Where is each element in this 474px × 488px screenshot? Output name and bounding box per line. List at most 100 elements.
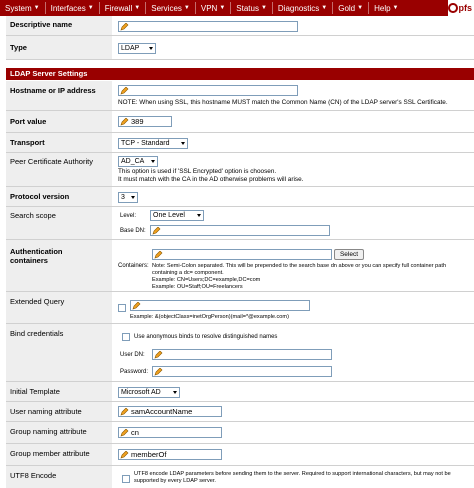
transport-label: Transport [10, 138, 45, 147]
scope-level-value: One Level [153, 212, 185, 219]
type-select-value: LDAP [121, 45, 140, 52]
scope-level-select[interactable]: One Level [150, 210, 204, 221]
scope-level-label: Level: [120, 213, 137, 219]
value-cell: UTF8 encode LDAP parameters before sendi… [112, 466, 474, 488]
peer-ca-label: Peer Certificate Authority [10, 157, 93, 166]
port-input[interactable]: 389 [118, 116, 172, 127]
user-dn-input[interactable] [152, 349, 332, 360]
nav-firewall[interactable]: Firewall ▼ [100, 0, 146, 16]
row-descriptive-name: Descriptive name [6, 16, 474, 36]
protocol-version-label: Protocol version [10, 192, 70, 201]
port-label: Port value [10, 117, 47, 126]
pencil-icon [120, 23, 129, 31]
containers-label: Containers: [118, 263, 149, 269]
nav-diagnostics-label: Diagnostics [277, 3, 320, 13]
pencil-icon [154, 368, 163, 376]
group-naming-label: Group naming attribute [10, 427, 87, 436]
dropdown-arrow-icon: ▼ [260, 5, 267, 11]
base-dn-input[interactable] [150, 225, 330, 236]
password-input[interactable] [152, 366, 332, 377]
row-user-naming: User naming attribute samAccountName [6, 402, 474, 422]
nav-vpn[interactable]: VPN ▼ [196, 0, 230, 16]
chevron-down-icon [197, 214, 201, 217]
pencil-icon [120, 118, 129, 126]
user-dn-label: User DN: [120, 352, 145, 358]
group-member-value: memberOf [131, 450, 167, 459]
pencil-icon [132, 302, 141, 310]
extended-query-example: Example: &(objectClass=inetOrgPerson)(ma… [130, 314, 289, 320]
dropdown-arrow-icon: ▼ [321, 5, 328, 11]
value-cell: memberOf [112, 444, 474, 465]
auth-containers-input[interactable] [152, 249, 332, 260]
anonymous-bind-checkbox[interactable] [122, 333, 130, 341]
transport-select[interactable]: TCP - Standard [118, 138, 188, 149]
nav-help-label: Help [374, 3, 391, 13]
group-member-label: Group member attribute [10, 449, 90, 458]
nav-system[interactable]: System ▼ [0, 0, 45, 16]
extended-query-input[interactable] [130, 300, 310, 311]
type-label: Type [10, 43, 27, 52]
row-group-naming: Group naming attribute cn [6, 422, 474, 444]
dropdown-arrow-icon: ▼ [357, 5, 364, 11]
bind-credentials-label: Bind credentials [10, 329, 64, 338]
dropdown-arrow-icon: ▼ [183, 5, 190, 11]
logo-text: pfs [458, 3, 473, 13]
row-group-member: Group member attribute memberOf [6, 444, 474, 466]
peer-ca-note-2: It must match with the CA in the AD othe… [118, 176, 304, 183]
nav-services[interactable]: Services ▼ [146, 0, 195, 16]
containers-note-4: Example: OU=Staff;OU=Freelancers [152, 284, 243, 290]
chevron-down-icon [181, 142, 185, 145]
nav-gold[interactable]: Gold ▼ [333, 0, 368, 16]
extended-query-checkbox[interactable] [118, 304, 126, 312]
nav-firewall-label: Firewall [104, 3, 133, 13]
type-select[interactable]: LDAP [118, 43, 156, 54]
pencil-icon [154, 351, 163, 359]
row-port: Port value 389 [6, 111, 474, 133]
nav-diagnostics[interactable]: Diagnostics ▼ [273, 0, 332, 16]
row-initial-template: Initial Template Microsoft AD [6, 382, 474, 402]
chevron-down-icon [149, 47, 153, 50]
nav-status[interactable]: Status ▼ [231, 0, 272, 16]
protocol-version-select[interactable]: 3 [118, 192, 138, 203]
peer-ca-select-value: AD_CA [121, 158, 145, 165]
hostname-input[interactable] [118, 85, 298, 96]
descriptive-name-label: Descriptive name [10, 20, 73, 29]
value-cell: LDAP [112, 36, 474, 59]
pencil-icon [120, 429, 129, 437]
value-cell: Example: &(objectClass=inetOrgPerson)(ma… [112, 292, 474, 323]
user-naming-input[interactable]: samAccountName [118, 406, 222, 417]
value-cell: AD_CA This option is used if 'SSL Encryp… [112, 153, 474, 186]
protocol-version-value: 3 [121, 194, 125, 201]
row-hostname: Hostname or IP address NOTE: When using … [6, 81, 474, 111]
descriptive-name-input[interactable] [118, 21, 298, 32]
row-protocol-version: Protocol version 3 [6, 187, 474, 207]
row-bind-credentials: Bind credentials Use anonymous binds to … [6, 324, 474, 382]
search-scope-label: Search scope [10, 211, 56, 220]
peer-ca-note-1: This option is used if 'SSL Encrypted' o… [118, 168, 277, 175]
top-nav: System ▼ Interfaces ▼ Firewall ▼ Services ▼ … [0, 0, 474, 16]
extended-query-label: Extended Query [10, 297, 65, 306]
nav-interfaces[interactable]: Interfaces ▼ [46, 0, 99, 16]
dropdown-arrow-icon: ▼ [219, 5, 226, 11]
value-cell: Level: One Level Base DN: [112, 207, 474, 239]
peer-ca-select[interactable]: AD_CA [118, 156, 158, 167]
auth-containers-label: Authentication containers [10, 247, 63, 265]
utf8-note-2: supported by every LDAP server. [134, 478, 216, 484]
utf8-encode-checkbox[interactable] [122, 475, 130, 483]
select-containers-button[interactable]: Select [334, 249, 364, 260]
value-cell: NOTE: When using SSL, this hostname MUST… [112, 81, 474, 110]
utf8-encode-label: UTF8 Encode [10, 471, 57, 480]
chevron-down-icon [151, 160, 155, 163]
user-naming-label: User naming attribute [10, 407, 82, 416]
value-cell: Use anonymous binds to resolve distingui… [112, 324, 474, 381]
dropdown-arrow-icon: ▼ [134, 5, 141, 11]
group-naming-value: cn [131, 428, 139, 437]
row-search-scope: Search scope Level: One Level Base DN: [6, 207, 474, 240]
password-label: Password: [120, 369, 149, 375]
group-member-input[interactable]: memberOf [118, 449, 222, 460]
group-naming-input[interactable]: cn [118, 427, 222, 438]
nav-help[interactable]: Help ▼ [369, 0, 403, 16]
nav-interfaces-label: Interfaces [50, 3, 86, 13]
initial-template-select[interactable]: Microsoft AD [118, 387, 180, 398]
nav-gold-label: Gold [338, 3, 356, 13]
